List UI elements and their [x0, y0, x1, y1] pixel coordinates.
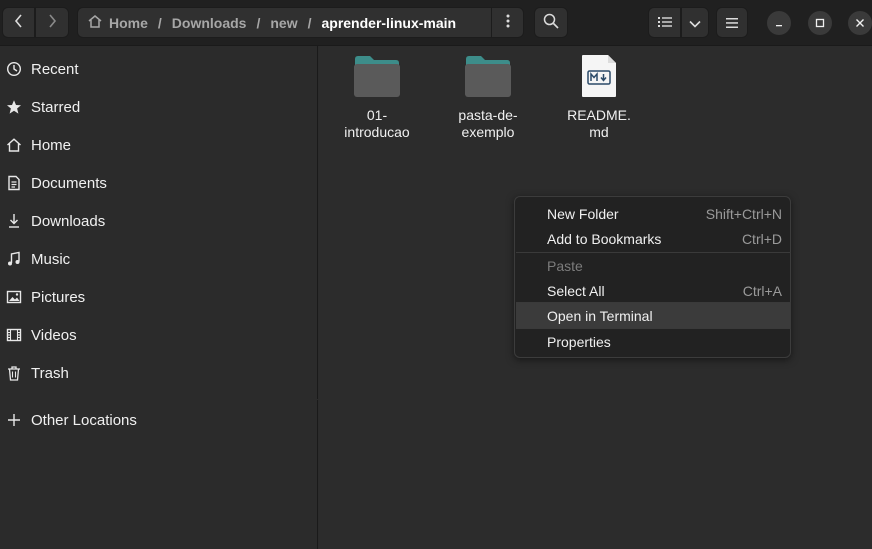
sidebar-separator [0, 399, 318, 400]
clock-icon [6, 61, 22, 77]
sidebar-item-trash[interactable]: Trash [0, 354, 318, 392]
sidebar-item-label: Downloads [31, 212, 106, 230]
sidebar-item-documents[interactable]: Documents [0, 164, 318, 202]
plus-icon [6, 412, 22, 428]
forward-button[interactable] [35, 7, 69, 38]
file-item-markdown[interactable]: README. md [554, 54, 644, 141]
menu-item-add-to-bookmarks[interactable]: Add to Bookmarks Ctrl+D [516, 226, 791, 251]
menu-item-shortcut: Ctrl+D [741, 230, 782, 247]
list-view-button[interactable] [648, 7, 681, 38]
menu-item-open-in-terminal[interactable]: Open in Terminal [516, 303, 791, 328]
maximize-icon [815, 15, 825, 31]
file-name-line: md [589, 124, 609, 140]
sidebar-item-label: Other Locations [31, 411, 137, 429]
breadcrumb-separator: / [157, 14, 162, 31]
breadcrumb-label: Home [109, 14, 148, 31]
breadcrumb-separator: / [307, 14, 312, 31]
view-options-dropdown[interactable] [681, 7, 709, 38]
sidebar-item-videos[interactable]: Videos [0, 316, 318, 354]
star-icon [6, 99, 22, 115]
sidebar-item-recent[interactable]: Recent [0, 50, 318, 88]
breadcrumb-home[interactable]: Home [87, 14, 148, 32]
breadcrumb-separator: / [256, 14, 261, 31]
menu-item-properties[interactable]: Properties [516, 329, 791, 354]
home-icon [6, 137, 22, 153]
chevron-left-icon [14, 13, 24, 32]
close-button[interactable] [848, 11, 872, 35]
sidebar-item-label: Starred [31, 98, 81, 116]
file-manager-window: Home / Downloads / new / aprender-linux-… [0, 0, 872, 549]
menu-item-shortcut: Ctrl+A [742, 282, 782, 299]
trash-icon [6, 365, 22, 381]
sidebar-item-label: Home [31, 136, 72, 154]
back-button[interactable] [2, 7, 35, 38]
sidebar-item-downloads[interactable]: Downloads [0, 202, 318, 240]
sidebar: Recent Starred Home Documents Downloads [0, 46, 318, 549]
sidebar-item-label: Videos [31, 326, 77, 344]
home-icon [87, 14, 103, 32]
sidebar-item-pictures[interactable]: Pictures [0, 278, 318, 316]
folder-icon [353, 54, 401, 101]
menu-item-shortcut: Shift+Ctrl+N [705, 205, 782, 222]
context-menu: New Folder Shift+Ctrl+N Add to Bookmarks… [514, 196, 791, 358]
breadcrumb-downloads[interactable]: Downloads [172, 15, 247, 31]
file-name-line: README. [567, 107, 631, 123]
breadcrumb-new[interactable]: new [270, 15, 297, 31]
chevron-down-icon [689, 15, 701, 31]
menu-item-label: Properties [547, 333, 611, 350]
sidebar-item-label: Music [31, 250, 71, 268]
sidebar-item-other-locations[interactable]: Other Locations [0, 401, 318, 439]
file-name-line: exemplo [461, 124, 515, 140]
close-icon [855, 15, 865, 31]
sidebar-item-home[interactable]: Home [0, 126, 318, 164]
file-name-line: introducao [344, 124, 410, 140]
main-menu-button[interactable] [716, 7, 748, 38]
menu-item-select-all[interactable]: Select All Ctrl+A [516, 278, 791, 303]
sidebar-item-starred[interactable]: Starred [0, 88, 318, 126]
breadcrumb-current[interactable]: aprender-linux-main [321, 15, 472, 31]
file-name-line: 01- [366, 107, 388, 123]
file-item-folder[interactable]: pasta-de- exemplo [443, 54, 533, 141]
sidebar-item-label: Documents [31, 174, 107, 192]
file-name: 01- introducao [344, 107, 409, 141]
file-name: README. md [567, 107, 631, 141]
minimize-icon [774, 15, 784, 31]
document-icon [6, 175, 22, 191]
menu-item-label: Add to Bookmarks [547, 230, 662, 247]
markdown-file-icon [580, 54, 618, 101]
menu-item-label: New Folder [547, 205, 619, 222]
breadcrumb: Home / Downloads / new / aprender-linux-… [77, 7, 524, 38]
menu-item-new-folder[interactable]: New Folder Shift+Ctrl+N [516, 201, 791, 226]
vertical-dots-icon [506, 14, 510, 31]
music-icon [6, 251, 22, 267]
file-item-folder[interactable]: 01- introducao [332, 54, 422, 141]
video-icon [6, 327, 22, 343]
menu-item-paste: Paste [516, 253, 791, 278]
picture-icon [6, 289, 22, 305]
chevron-right-icon [47, 13, 57, 32]
sidebar-item-label: Recent [31, 60, 79, 78]
menu-item-label: Paste [547, 257, 583, 274]
header-bar: Home / Downloads / new / aprender-linux-… [0, 0, 872, 46]
hamburger-icon [726, 15, 738, 31]
menu-item-label: Open in Terminal [547, 307, 653, 324]
minimize-button[interactable] [767, 11, 791, 35]
menu-item-label: Select All [547, 282, 605, 299]
maximize-button[interactable] [808, 11, 832, 35]
download-icon [6, 213, 22, 229]
sidebar-item-label: Trash [31, 364, 69, 382]
sidebar-item-music[interactable]: Music [0, 240, 318, 278]
list-view-icon [657, 15, 672, 31]
path-menu-button[interactable] [491, 8, 523, 37]
file-name-line: pasta-de- [458, 107, 518, 123]
folder-icon [464, 54, 512, 101]
sidebar-item-label: Pictures [31, 288, 86, 306]
search-icon [543, 13, 559, 32]
file-name: pasta-de- exemplo [458, 107, 517, 141]
search-button[interactable] [534, 7, 568, 38]
